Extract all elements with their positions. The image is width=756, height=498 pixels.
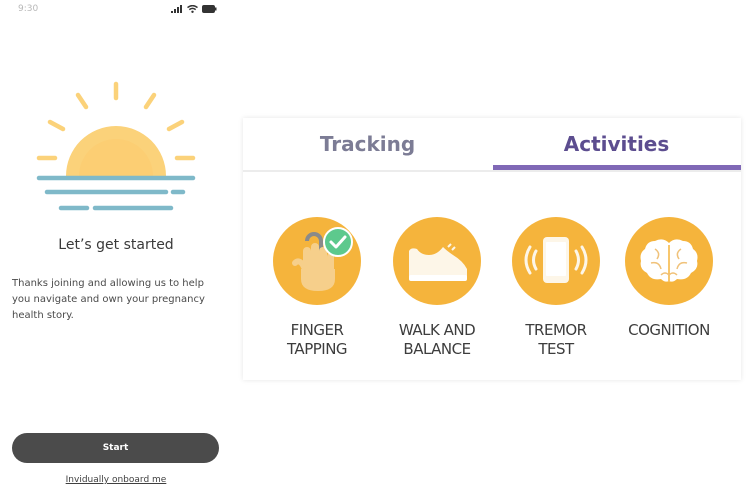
brain-icon <box>640 239 698 282</box>
onboarding-screen: 9:30 Let’s get started Thanks joining an… <box>0 0 232 498</box>
signal-icon <box>171 5 182 13</box>
activity-label-line: TREMOR <box>525 321 587 339</box>
tab-bar: Tracking Activities <box>243 118 741 172</box>
activity-circle <box>625 217 713 305</box>
activity-label-line: TEST <box>538 340 574 358</box>
activity-label: COGNITION <box>614 321 724 340</box>
intro-text: Thanks joining and allowing us to help y… <box>12 278 205 321</box>
vibrating-phone-icon <box>524 237 588 283</box>
page-title: Let’s get started <box>58 237 174 253</box>
activity-label-line: FINGER <box>290 321 344 339</box>
activity-tremor-test[interactable]: TREMOR TEST <box>501 217 611 359</box>
activity-label-line: WALK AND <box>398 321 476 339</box>
activity-walk-and-balance[interactable]: WALK AND BALANCE <box>382 217 492 359</box>
start-button[interactable]: Start <box>12 433 219 463</box>
activity-label-line: TAPPING <box>286 340 348 358</box>
battery-icon <box>202 5 217 13</box>
individual-onboard-link[interactable]: Invidually onboard me <box>0 475 232 485</box>
status-bar: 9:30 <box>0 0 232 20</box>
activity-label-line: COGNITION <box>628 321 710 339</box>
activity-cognition[interactable]: COGNITION <box>614 217 724 340</box>
status-time: 9:30 <box>18 4 39 14</box>
tab-tracking[interactable]: Tracking <box>243 118 492 170</box>
status-icons <box>171 4 217 14</box>
activity-label: WALK AND BALANCE <box>382 321 492 359</box>
shoe-icon <box>409 243 467 281</box>
activities-card: Tracking Activities FINGER TAPPING WALK … <box>243 118 741 380</box>
activity-label: FINGER TAPPING <box>262 321 372 359</box>
horizon-lines <box>36 175 196 211</box>
activity-label-line: BALANCE <box>403 340 471 358</box>
activity-circle <box>393 217 481 305</box>
wifi-icon <box>187 5 198 13</box>
sunrise-illustration <box>36 81 196 211</box>
tab-activities[interactable]: Activities <box>492 118 741 170</box>
checkmark-icon <box>323 227 353 257</box>
activity-finger-tapping[interactable]: FINGER TAPPING <box>262 217 372 359</box>
activity-circle <box>273 217 361 305</box>
activity-circle <box>512 217 600 305</box>
tab-divider <box>243 170 741 172</box>
activity-label: TREMOR TEST <box>501 321 611 359</box>
